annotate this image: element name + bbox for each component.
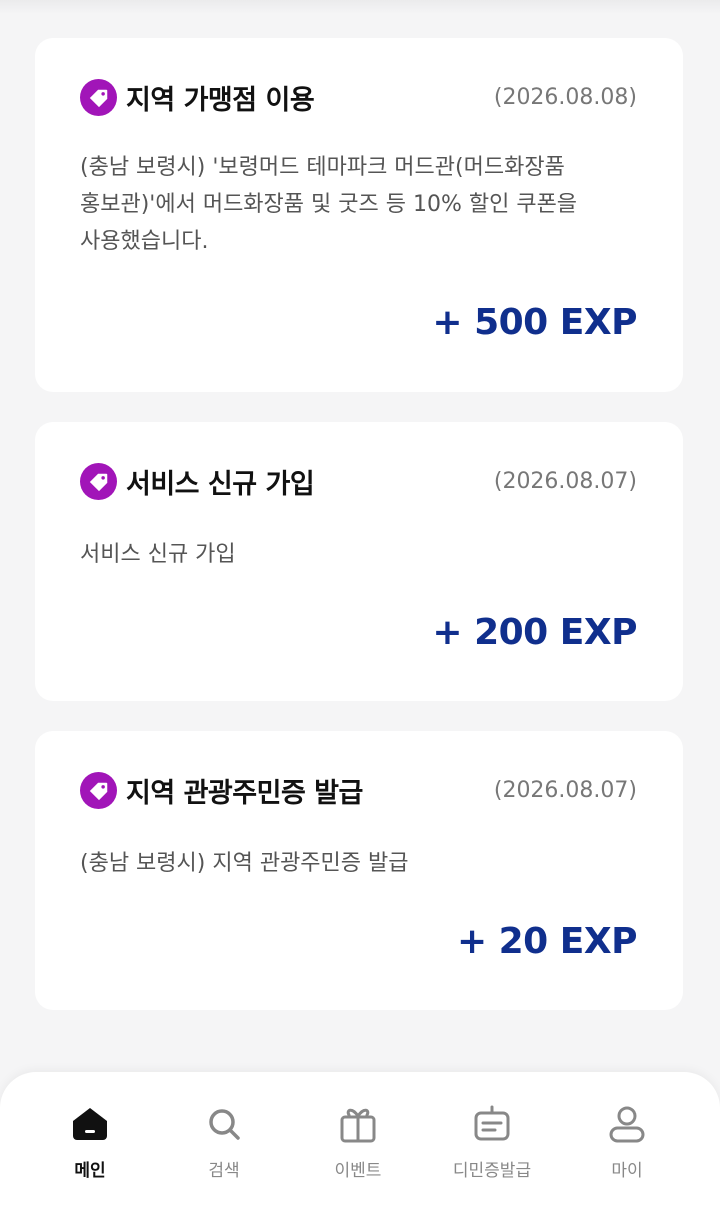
nav-label: 메인 — [74, 1161, 106, 1181]
exp-history-card: 지역 관광주민증 발급 (2026.08.07) (충남 보령시) 지역 관광주… — [35, 731, 683, 1010]
card-header: 지역 관광주민증 발급 (2026.08.07) — [80, 771, 637, 810]
card-date: (2026.08.07) — [493, 778, 637, 803]
search-icon — [202, 1102, 246, 1146]
exp-amount: + 200 EXP — [432, 612, 637, 653]
nav-item-search[interactable]: 검색 — [159, 1102, 289, 1181]
description-line: (충남 보령시) 지역 관광주민증 발급 — [80, 851, 409, 876]
card-header: 서비스 신규 가입 (2026.08.07) — [80, 462, 637, 501]
nav-label: 디민증발급 — [452, 1161, 532, 1181]
card-header: 지역 가맹점 이용 (2026.08.08) — [80, 78, 637, 117]
card-date: (2026.08.08) — [493, 85, 637, 110]
tag-icon — [80, 772, 117, 809]
gift-icon — [336, 1102, 380, 1146]
card-title: 서비스 신규 가입 — [126, 469, 315, 500]
nav-label: 이벤트 — [334, 1161, 382, 1181]
description-line: 사용했습니다. — [80, 229, 209, 254]
top-shadow — [0, 0, 720, 14]
card-date: (2026.08.07) — [493, 469, 637, 494]
nav-label: 마이 — [611, 1161, 643, 1181]
description-line: (충남 보령시) '보령머드 테마파크 머드관(머드화장품 — [80, 155, 565, 180]
nav-item-my[interactable]: 마이 — [562, 1102, 692, 1181]
tag-icon — [80, 463, 117, 500]
id-card-icon — [470, 1102, 514, 1146]
home-icon — [68, 1102, 112, 1146]
activity-history-page: 지역 가맹점 이용 (2026.08.08) (충남 보령시) '보령머드 테마… — [0, 0, 720, 1208]
card-title: 지역 가맹점 이용 — [126, 85, 315, 116]
exp-history-card: 지역 가맹점 이용 (2026.08.08) (충남 보령시) '보령머드 테마… — [35, 38, 683, 392]
exp-amount: + 500 EXP — [432, 302, 637, 343]
nav-item-main[interactable]: 메인 — [25, 1102, 155, 1181]
card-title: 지역 관광주민증 발급 — [126, 778, 363, 809]
nav-item-event[interactable]: 이벤트 — [293, 1102, 423, 1181]
bottom-navigation: 메인 검색 이벤트 디민증발급 마이 — [0, 1072, 720, 1208]
card-description: 서비스 신규 가입 — [80, 536, 633, 573]
nav-label: 검색 — [208, 1161, 240, 1181]
user-icon — [605, 1102, 649, 1146]
card-description: (충남 보령시) 지역 관광주민증 발급 — [80, 845, 633, 882]
nav-item-id-issue[interactable]: 디민증발급 — [427, 1102, 557, 1181]
exp-amount: + 20 EXP — [456, 921, 638, 962]
description-line: 홍보관)'에서 머드화장품 및 굿즈 등 10% 할인 쿠폰을 — [80, 192, 578, 217]
description-line: 서비스 신규 가입 — [80, 542, 236, 567]
card-description: (충남 보령시) '보령머드 테마파크 머드관(머드화장품 홍보관)'에서 머드… — [80, 149, 633, 260]
exp-history-card: 서비스 신규 가입 (2026.08.07) 서비스 신규 가입 + 200 E… — [35, 422, 683, 701]
tag-icon — [80, 79, 117, 116]
